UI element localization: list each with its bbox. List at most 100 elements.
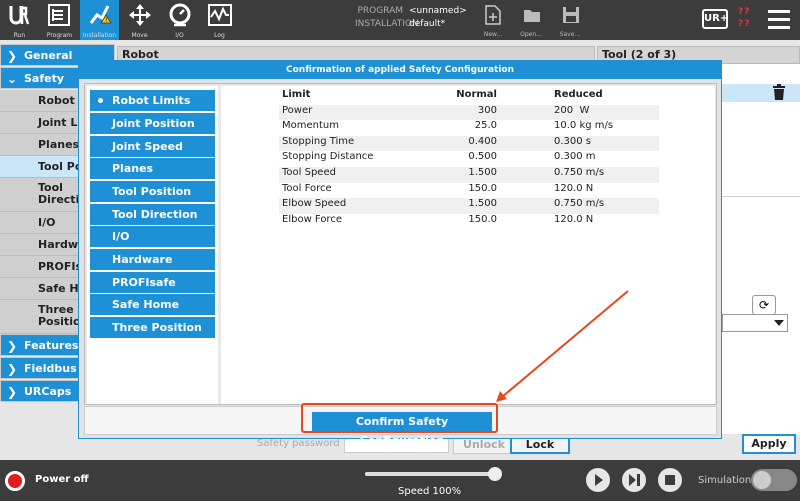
nav-fieldbus-label: Fieldbus — [24, 362, 77, 375]
normal-value: 1.500 — [468, 198, 497, 210]
svg-text:!: ! — [105, 17, 107, 24]
reduced-value: 200 W — [554, 104, 590, 116]
tab-label: Planes — [112, 162, 154, 175]
warning-marks[interactable]: ?? ?? — [738, 6, 750, 30]
tab-safe-home[interactable]: Safe Home — [90, 294, 215, 315]
header-reduced: Reduced — [554, 89, 603, 100]
dialog-body: Robot Limits Joint Position Joint Speed … — [84, 83, 717, 405]
save-button[interactable]: Save... — [555, 3, 585, 38]
simulation-toggle-knob — [753, 471, 771, 489]
speed-slider-knob[interactable] — [488, 467, 502, 481]
limit-name: Tool Speed — [282, 166, 336, 178]
play-button[interactable] — [586, 468, 610, 492]
reduced-value: 10.0 kg m/s — [554, 120, 614, 132]
table-row: Stopping Distance 0.500 0.300 m — [279, 151, 659, 167]
step-icon — [629, 474, 640, 486]
program-value: <unnamed> — [409, 6, 467, 16]
move-tab[interactable]: Move — [120, 0, 159, 40]
limit-name: Elbow Speed — [282, 198, 347, 210]
io-tab-label: I/O — [175, 32, 184, 39]
tab-robot-limits[interactable]: Robot Limits — [90, 90, 215, 111]
tab-tool-position[interactable]: Tool Position — [90, 181, 215, 202]
tab-profisafe[interactable]: PROFIsafe — [90, 272, 215, 293]
tab-label: PROFIsafe — [112, 276, 176, 289]
installation-tab[interactable]: ! Installation — [80, 0, 119, 40]
normal-value: 1.500 — [468, 166, 497, 178]
table-row: Power 300 200 W — [279, 104, 659, 121]
tool-panel — [722, 64, 800, 434]
refresh-button[interactable]: ⟳ — [752, 295, 776, 315]
program-tab-label: Program — [46, 32, 73, 39]
open-folder-icon — [524, 10, 540, 22]
open-label: Open... — [520, 31, 542, 38]
menu-icon[interactable] — [768, 10, 790, 34]
chevron-down-icon: ⌄ — [7, 72, 18, 86]
limit-name: Power — [282, 104, 313, 116]
table-row: Elbow Force 150.0 120.0 N — [279, 214, 659, 230]
tab-joint-position[interactable]: Joint Position — [90, 113, 215, 134]
tool-selected-row[interactable] — [722, 84, 800, 102]
tab-tool-direction[interactable]: Tool Direction — [90, 204, 215, 225]
password-label: Safety password — [257, 438, 340, 449]
tab-planes[interactable]: Planes — [90, 158, 215, 179]
installation-icon: ! — [89, 5, 112, 24]
tab-label: Tool Position — [112, 185, 192, 198]
reduced-value: 120.0 N — [554, 182, 594, 194]
power-button[interactable] — [5, 471, 25, 491]
play-icon — [595, 474, 603, 486]
io-icon — [169, 3, 191, 27]
tab-hardware[interactable]: Hardware — [90, 249, 215, 270]
limit-name: Stopping Distance — [282, 151, 374, 163]
bottom-bar: Power off Speed 100% Simulation — [0, 460, 800, 501]
selected-dot-icon — [98, 98, 103, 103]
log-tab[interactable]: Log — [200, 0, 239, 40]
speed-slider-fill — [365, 472, 495, 476]
normal-value: 150.0 — [468, 182, 497, 194]
limit-name: Stopping Time — [282, 135, 355, 147]
open-button[interactable]: Open... — [516, 3, 546, 38]
confirm-highlight-box — [301, 403, 498, 433]
limit-name: Elbow Force — [282, 213, 342, 225]
normal-value: 150.0 — [468, 213, 497, 225]
program-tab[interactable]: Program — [40, 0, 79, 40]
tab-joint-speed[interactable]: Joint Speed — [90, 136, 215, 157]
nav-urcaps-label: URCaps — [24, 385, 72, 398]
stop-button[interactable] — [658, 468, 682, 492]
step-button[interactable] — [622, 468, 646, 492]
new-label: New... — [483, 31, 503, 38]
speed-slider[interactable] — [365, 467, 502, 481]
run-tab[interactable]: Run — [0, 0, 39, 40]
simulation-toggle[interactable] — [751, 469, 797, 491]
tab-label: Three Position — [112, 321, 202, 334]
new-file-icon — [485, 5, 501, 25]
limit-name: Momentum — [282, 120, 339, 132]
table-row: Elbow Speed 1.500 0.750 m/s — [279, 198, 659, 214]
new-button[interactable]: New... — [478, 3, 508, 38]
move-icon — [129, 4, 151, 26]
tab-label: Joint Position — [112, 117, 195, 130]
tool-dropdown[interactable] — [722, 314, 788, 332]
chevron-right-icon: ❯ — [7, 49, 18, 63]
chevron-right-icon: ❯ — [7, 385, 18, 399]
move-tab-label: Move — [131, 32, 148, 39]
chevron-right-icon: ❯ — [7, 339, 18, 353]
urplus-button[interactable]: UR+ — [702, 9, 728, 29]
tab-three-position[interactable]: Three Position — [90, 317, 215, 338]
simulation-label: Simulation — [698, 475, 752, 486]
tab-io[interactable]: I/O — [90, 226, 215, 247]
apply-button[interactable]: Apply — [742, 434, 796, 454]
tab-label: Tool Direction — [112, 208, 198, 221]
divider — [722, 196, 800, 197]
io-tab[interactable]: I/O — [160, 0, 199, 40]
table-row: Momentum 25.0 10.0 kg m/s — [279, 120, 659, 136]
reduced-value: 0.300 m — [554, 151, 596, 163]
normal-value: 25.0 — [474, 120, 497, 132]
nav-safety-label: Safety — [24, 72, 65, 85]
table-row: Stopping Time 0.400 0.300 s — [279, 135, 659, 152]
dialog-tab-list: Robot Limits Joint Position Joint Speed … — [87, 86, 218, 404]
dialog-title: Confirmation of applied Safety Configura… — [79, 61, 721, 79]
trash-icon[interactable] — [772, 84, 786, 100]
installation-tab-label: Installation — [82, 32, 117, 39]
table-header: Limit Normal Reduced — [279, 89, 659, 105]
chevron-down-icon — [774, 320, 784, 326]
